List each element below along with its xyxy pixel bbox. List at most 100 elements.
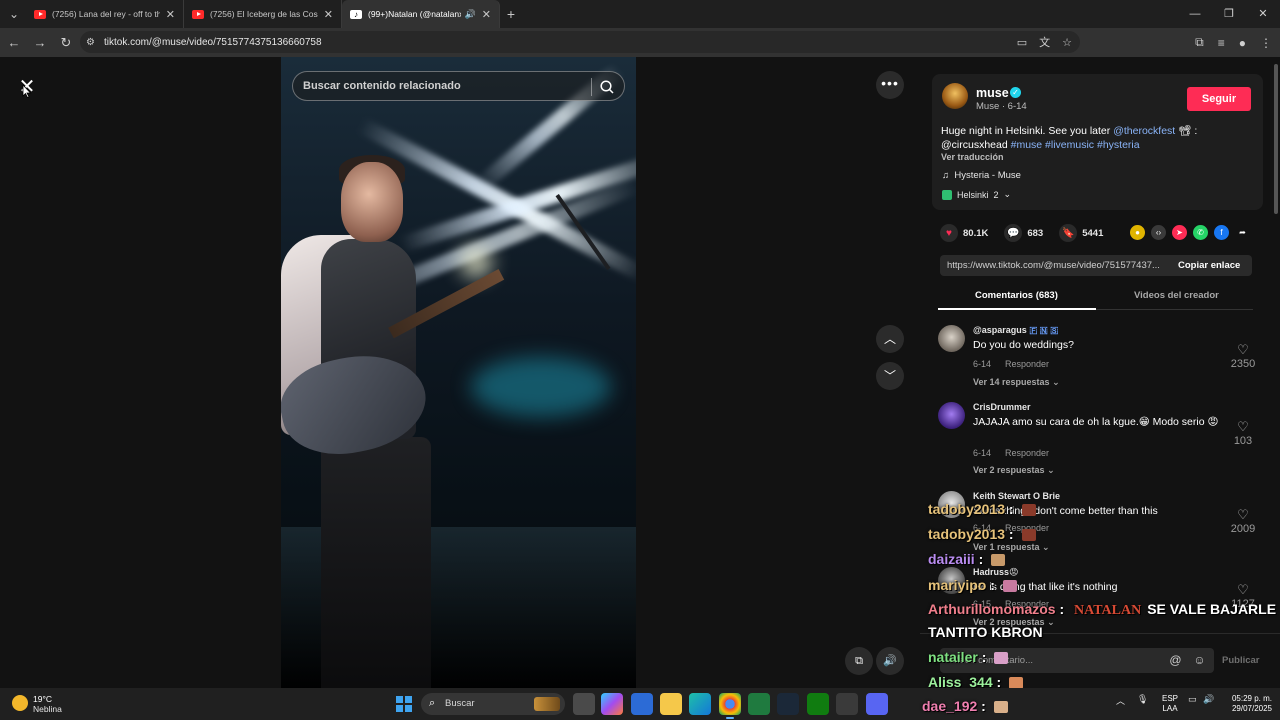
reading-list-icon[interactable]: ≡ (1218, 36, 1225, 50)
hashtag-link[interactable]: #hysteria (1097, 139, 1140, 151)
view-replies-button[interactable]: Ver 14 respuestas ⌄ (973, 377, 1060, 388)
copy-link-box: https://www.tiktok.com/@muse/video/75157… (940, 255, 1252, 276)
xbox-icon[interactable] (807, 693, 829, 715)
taskbar-clock[interactable]: 05:29 p. m. 29/07/2025 (1224, 694, 1272, 714)
view-replies-button[interactable]: Ver 2 respuestas ⌄ (973, 465, 1055, 476)
heart-outline-icon[interactable]: ♡ (1228, 582, 1258, 598)
close-window-icon[interactable]: ✕ (1246, 0, 1280, 28)
comment-like[interactable]: ♡ 2009 (1228, 507, 1258, 535)
copy-link-button[interactable]: Copiar enlace (1178, 255, 1240, 276)
bookmark-star-icon[interactable]: ☆ (1062, 36, 1072, 49)
store-icon[interactable] (631, 693, 653, 715)
site-info-icon[interactable]: ⚙ (86, 37, 100, 48)
floating-player-icon[interactable]: ⧉ (845, 647, 873, 675)
show-hidden-icons[interactable]: ︿ (1116, 694, 1125, 707)
reply-button[interactable]: Responder (1005, 359, 1049, 369)
volume-icon[interactable]: 🔊 (876, 647, 904, 675)
bookmark-icon[interactable]: 🔖 (1059, 224, 1078, 242)
excel-icon[interactable] (748, 693, 770, 715)
game-launcher-icon[interactable] (836, 693, 858, 715)
tab-creator-videos[interactable]: Videos del creador (1134, 290, 1219, 301)
emoji-icon[interactable]: ☺ (1192, 653, 1207, 668)
mention-link[interactable]: @therockfest (1113, 125, 1175, 137)
profile-icon[interactable]: ● (1239, 36, 1246, 50)
browser-tab-2[interactable]: (7256) El Iceberg de las Cosas r ✕ (184, 0, 342, 28)
coin-icon[interactable]: ● (1130, 225, 1145, 240)
previous-video-icon[interactable]: ︿ (876, 325, 904, 353)
music-link[interactable]: ♫ Hysteria - Muse (942, 170, 1021, 181)
post-actions: ♥ 80.1K 💬 683 🔖 5441 (940, 224, 1119, 242)
edge-icon[interactable] (689, 693, 711, 715)
tab-comments[interactable]: Comentarios (683) (975, 290, 1058, 301)
commenter-avatar[interactable] (938, 402, 965, 429)
more-options-icon[interactable]: ••• (876, 71, 904, 99)
close-tab-icon[interactable]: ✕ (166, 8, 175, 21)
creator-username[interactable]: muse (976, 86, 1009, 100)
restore-icon[interactable]: ❐ (1212, 0, 1246, 28)
browser-menu-icon[interactable]: ⋮ (1260, 36, 1272, 50)
weather-widget[interactable]: 19°C Neblina (12, 693, 92, 715)
reply-button[interactable]: Responder (1005, 448, 1049, 458)
language-indicator[interactable]: ESP LAA (1160, 694, 1180, 714)
extensions-icon[interactable]: ⧉ (1195, 35, 1204, 50)
close-tab-icon[interactable]: ✕ (482, 8, 491, 21)
new-tab-icon[interactable]: + (500, 6, 522, 22)
heart-icon[interactable]: ♥ (940, 224, 958, 242)
copilot-icon[interactable] (601, 693, 623, 715)
volume-tray-icon[interactable]: 🔊 (1203, 694, 1214, 705)
location-link[interactable]: Helsinki 2 ⌄ (942, 189, 1011, 200)
see-translation-link[interactable]: Ver traducción (941, 152, 1004, 162)
close-tab-icon[interactable]: ✕ (324, 8, 333, 21)
weather-condition: Neblina (33, 704, 62, 714)
forward-icon[interactable]: → (28, 35, 52, 50)
comment-icon[interactable]: 💬 (1004, 224, 1023, 242)
task-view-icon[interactable] (573, 693, 595, 715)
address-bar[interactable]: ⚙ tiktok.com/@muse/video/751577437513666… (80, 31, 1080, 53)
browser-tabstrip: ⌄ (7256) Lana del rey - off to the ✕ (72… (0, 0, 1280, 28)
related-search-input[interactable] (303, 72, 583, 100)
cast-icon[interactable]: ▭ (1017, 36, 1027, 49)
taskbar-search[interactable]: ⌕ Buscar (421, 693, 565, 715)
tab-search-icon[interactable]: ⌄ (2, 4, 26, 24)
heart-outline-icon[interactable]: ♡ (1228, 342, 1258, 358)
panel-scroll-thumb[interactable] (1274, 64, 1278, 214)
facebook-icon[interactable]: f (1214, 225, 1229, 240)
commenter-username[interactable]: Keith Stewart O Brie (973, 491, 1060, 501)
next-video-icon[interactable]: ﹀ (876, 362, 904, 390)
follow-button[interactable]: Seguir (1187, 87, 1251, 111)
discord-icon[interactable] (866, 693, 888, 715)
creator-avatar[interactable] (942, 83, 968, 109)
commenter-username[interactable]: @asparagus 🇫 🇳 🇸 (973, 325, 1058, 336)
commenter-avatar[interactable] (938, 325, 965, 352)
browser-tab-3[interactable]: ♪ (99+)Natalan (@natalanx) | 🔊 ✕ (342, 0, 500, 28)
minimize-icon[interactable]: — (1178, 0, 1212, 28)
comment-like[interactable]: ♡ 103 (1228, 419, 1258, 447)
publish-button[interactable]: Publicar (1222, 655, 1260, 666)
send-icon[interactable]: ➤ (1172, 225, 1187, 240)
chat-username: mariyipo (928, 577, 987, 593)
share-arrow-icon[interactable]: ➦ (1235, 225, 1250, 240)
whatsapp-icon[interactable]: ✆ (1193, 225, 1208, 240)
mention-icon[interactable]: @ (1168, 653, 1183, 668)
hashtag-link[interactable]: #muse (1011, 139, 1043, 151)
hashtag-link[interactable]: #livemusic (1045, 139, 1094, 151)
file-explorer-icon[interactable] (660, 693, 682, 715)
network-icon[interactable]: ▭ (1188, 694, 1197, 705)
speaker-icon[interactable]: 🔊 (465, 9, 476, 20)
search-icon[interactable] (599, 79, 615, 95)
commenter-username[interactable]: CrisDrummer (973, 402, 1031, 412)
comment-like[interactable]: ♡ 2350 (1228, 342, 1258, 370)
heart-outline-icon[interactable]: ♡ (1228, 419, 1258, 435)
related-search-box[interactable] (292, 71, 625, 101)
translate-icon[interactable]: 文 (1039, 34, 1050, 50)
reload-icon[interactable]: ↻ (54, 35, 78, 51)
back-icon[interactable]: ← (2, 35, 26, 50)
video-player[interactable] (281, 57, 636, 688)
steam-icon[interactable] (777, 693, 799, 715)
embed-code-icon[interactable]: ‹› (1151, 225, 1166, 240)
windows-start-icon[interactable] (396, 696, 412, 712)
microphone-icon[interactable]: 🎙 (1137, 694, 1148, 705)
browser-tab-1[interactable]: (7256) Lana del rey - off to the ✕ (26, 0, 184, 28)
chrome-icon[interactable] (719, 693, 741, 719)
heart-outline-icon[interactable]: ♡ (1228, 507, 1258, 523)
